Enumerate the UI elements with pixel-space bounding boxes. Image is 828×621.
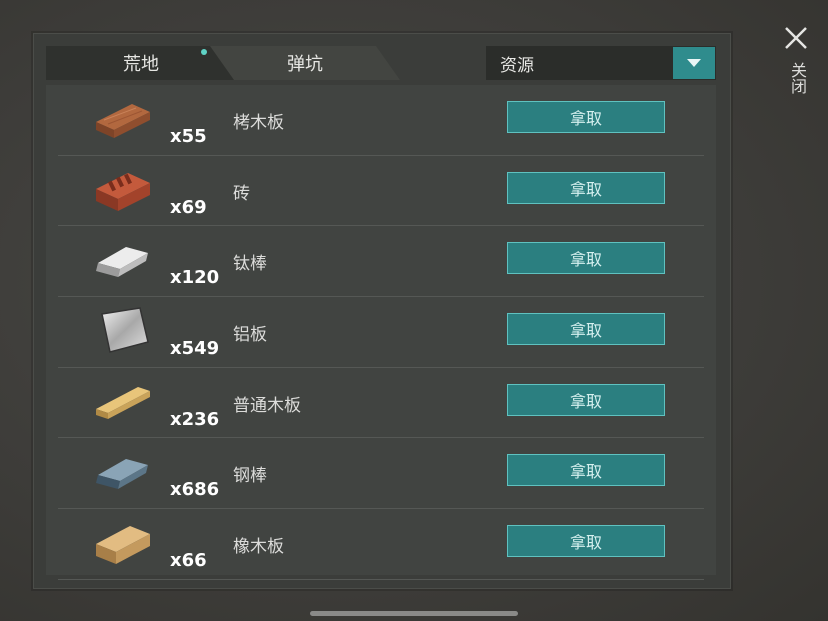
list-item: x236 普通木板 拿取	[58, 368, 704, 439]
item-count: x66	[170, 550, 207, 572]
item-name: 橡木板	[233, 537, 284, 558]
item-name: 钛棒	[233, 254, 267, 275]
home-indicator[interactable]	[310, 611, 518, 616]
brick-icon	[92, 165, 152, 213]
oak-plank-icon	[92, 518, 152, 566]
item-count: x55	[170, 126, 207, 147]
list-item: x69 砖 拿取	[58, 156, 704, 227]
steel-bar-icon	[92, 447, 152, 495]
item-name: 普通木板	[233, 395, 301, 416]
item-name: 栲木板	[233, 113, 284, 133]
item-name: 钢棒	[233, 466, 267, 487]
take-button[interactable]: 拿取	[507, 383, 665, 416]
item-count: x69	[170, 196, 207, 218]
tab-label: 荒地	[123, 54, 159, 75]
chevron-down-icon[interactable]	[673, 47, 715, 79]
aluminum-plate-icon	[92, 306, 152, 354]
plank-icon	[92, 377, 152, 425]
take-button[interactable]: 拿取	[507, 101, 665, 133]
item-count: x549	[170, 338, 220, 360]
item-count: x236	[170, 408, 220, 430]
item-count: x686	[170, 479, 220, 501]
close-label[interactable]: 关闭	[786, 62, 807, 94]
game-screen: 荒地 弹坑 资源 x55 栲木板 拿取 x69 砖 拿取 x120 钛棒 拿取 …	[0, 0, 828, 621]
item-list: x55 栲木板 拿取 x69 砖 拿取 x120 钛棒 拿取 x549 铝板 拿…	[46, 85, 716, 580]
take-button[interactable]: 拿取	[507, 525, 665, 558]
take-button[interactable]: 拿取	[507, 171, 665, 204]
close-icon[interactable]	[780, 22, 812, 54]
list-item: x55 栲木板 拿取	[58, 85, 704, 156]
take-button[interactable]: 拿取	[507, 313, 665, 346]
take-button[interactable]: 拿取	[507, 454, 665, 487]
dropdown-selected-value: 资源	[500, 55, 534, 76]
tab-label: 弹坑	[287, 54, 323, 75]
item-count: x120	[170, 267, 220, 289]
tab-crater[interactable]: 弹坑	[210, 46, 400, 80]
list-item: x66 橡木板 拿取	[58, 509, 704, 580]
tab-wasteland[interactable]: 荒地	[46, 46, 236, 80]
notification-dot	[201, 49, 207, 55]
item-name: 砖	[233, 183, 250, 204]
list-item: x549 铝板 拿取	[58, 297, 704, 368]
list-item: x686 钢棒 拿取	[58, 438, 704, 510]
wood-plank-icon	[92, 94, 152, 142]
list-item: x120 钛棒 拿取	[58, 226, 704, 298]
item-name: 铝板	[233, 325, 267, 346]
loot-panel: 荒地 弹坑 资源 x55 栲木板 拿取 x69 砖 拿取 x120 钛棒 拿取 …	[33, 33, 731, 589]
take-button[interactable]: 拿取	[507, 242, 665, 275]
category-dropdown[interactable]: 资源	[486, 46, 716, 80]
titanium-bar-icon	[92, 235, 152, 283]
